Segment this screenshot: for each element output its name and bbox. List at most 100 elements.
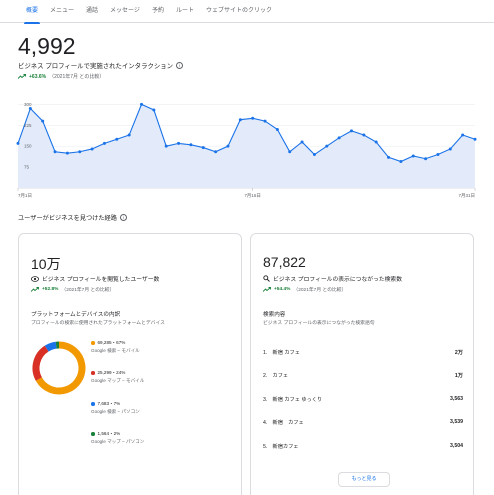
show-more-button[interactable]: もっと見る <box>338 472 390 487</box>
chart-x-tick: 7月16日 <box>244 193 261 199</box>
chart-point[interactable] <box>411 154 415 158</box>
tab-messages[interactable]: メッセージ <box>104 0 146 23</box>
chart-point[interactable] <box>288 150 292 154</box>
chart-point[interactable] <box>53 150 57 154</box>
change-percent: +63.6% <box>29 73 47 80</box>
keyword-count: 3,504 <box>450 443 463 449</box>
search-icon <box>263 275 270 282</box>
chart-y-tick: 225 <box>24 123 32 128</box>
chart-point[interactable] <box>424 157 428 161</box>
chart-point[interactable] <box>226 144 230 148</box>
keyword-term: 3. 新宿 カフェ ゆっくり <box>263 397 323 403</box>
chart-point[interactable] <box>461 133 465 137</box>
chart-point[interactable] <box>140 102 144 106</box>
chart-point[interactable] <box>65 151 69 155</box>
chart-point[interactable] <box>436 153 440 157</box>
chart-y-tick: 300 <box>24 102 32 107</box>
searches-label: ビジネス プロフィールの表示につながった検索数 <box>263 274 402 283</box>
keyword-term: 4. 新宿 カフェ <box>263 420 304 426</box>
profile-views-card: 10万 ビジネス プロフィールを閲覧したユーザー数 +52.8% （2021年7… <box>18 233 242 495</box>
chart-point[interactable] <box>164 144 168 148</box>
chart-point[interactable] <box>349 129 353 133</box>
chart-point[interactable] <box>300 140 304 144</box>
interactions-label: ビジネス プロフィールで実施されたインタラクション i <box>18 61 184 70</box>
trending-up-icon <box>18 74 26 79</box>
legend-item: 1,564・2% Google マップ – パソコン <box>91 431 144 445</box>
chart-point[interactable] <box>473 137 477 141</box>
chart-point[interactable] <box>127 133 131 137</box>
keyword-count: 2万 <box>454 350 463 356</box>
chart-point[interactable] <box>362 133 366 137</box>
searches-card: 87,822 ビジネス プロフィールの表示につながった検索数 +54.4% （2… <box>250 233 474 495</box>
chart-point[interactable] <box>399 160 403 164</box>
chart-point[interactable] <box>312 153 316 157</box>
eye-icon <box>31 275 39 282</box>
keyword-term: 1. 新宿 カフェ <box>263 350 300 356</box>
keyword-count: 1万 <box>454 373 463 379</box>
tab-menu[interactable]: メニュー <box>44 0 80 23</box>
legend-name: Google マップ – モバイル <box>91 378 145 383</box>
breakdown-title: プラットフォームとデバイスの内訳 <box>31 312 121 318</box>
keyword-term: 2. カフェ <box>263 373 289 379</box>
profile-views-label-text: ビジネス プロフィールを閲覧したユーザー数 <box>42 277 160 283</box>
chart-point[interactable] <box>189 143 193 147</box>
chart-point[interactable] <box>387 155 391 159</box>
chart-point[interactable] <box>102 141 106 145</box>
tab-directions[interactable]: ルート <box>170 0 200 23</box>
tab-bookings[interactable]: 予約 <box>146 0 170 23</box>
tab-website-clicks[interactable]: ウェブサイトのクリック <box>200 0 278 23</box>
chart-point[interactable] <box>251 116 255 120</box>
chart-point[interactable] <box>448 147 452 151</box>
profile-views-total: 10万 <box>31 256 61 272</box>
chart-point[interactable] <box>214 150 218 154</box>
keyword-term: 5. 新宿カフェ <box>263 444 299 450</box>
legend-dot <box>91 402 95 406</box>
tab-overview[interactable]: 概要 <box>0 0 44 24</box>
chart-x-tick: 7月1日 <box>18 193 32 199</box>
interactions-label-text: ビジネス プロフィールで実施されたインタラクション <box>18 63 174 70</box>
change-compare: （2021年7月 との比較） <box>293 288 347 293</box>
legend-item: 7,683・7% Google 検索 – パソコン <box>91 401 140 415</box>
chart-point[interactable] <box>374 140 378 144</box>
legend-dot <box>91 432 95 436</box>
chart-point[interactable] <box>78 150 82 154</box>
chart-x-tick: 7月31日 <box>458 193 475 199</box>
chart-point[interactable] <box>90 147 94 151</box>
keyword-row: 5. 新宿カフェ 3,504 <box>263 443 463 450</box>
interactions-total: 4,992 <box>18 33 76 59</box>
trending-up-icon <box>31 287 39 292</box>
searches-total: 87,822 <box>263 254 306 270</box>
donut-segment[interactable] <box>32 345 49 381</box>
chart-point[interactable] <box>41 119 45 123</box>
profile-views-change: +52.8% （2021年7月 との比較） <box>31 286 114 293</box>
chart-point[interactable] <box>325 144 329 148</box>
legend-value: 1,564・2% <box>97 431 121 436</box>
legend-item: 25,299・24% Google マップ – モバイル <box>91 370 144 384</box>
legend-name: Google 検索 – パソコン <box>91 409 140 414</box>
legend-value: 69,285・67% <box>97 340 126 345</box>
searches-label-text: ビジネス プロフィールの表示につながった検索数 <box>273 277 403 283</box>
chart-point[interactable] <box>115 137 119 141</box>
keyword-row: 4. 新宿 カフェ 3,539 <box>263 419 463 426</box>
info-icon[interactable]: i <box>119 214 127 221</box>
tab-calls[interactable]: 通話 <box>80 0 104 23</box>
legend-value: 7,683・7% <box>97 401 121 406</box>
chart-point[interactable] <box>201 146 205 150</box>
chart-point[interactable] <box>238 118 242 122</box>
chart-point[interactable] <box>28 107 32 111</box>
legend-name: Google 検索 – モバイル <box>91 348 140 353</box>
chart-y-tick: 75 <box>24 165 30 170</box>
chart-point[interactable] <box>16 141 20 145</box>
chart-point[interactable] <box>263 119 267 123</box>
info-icon[interactable]: i <box>176 62 184 69</box>
change-compare: （2021年7月 との比較） <box>49 74 105 80</box>
change-percent: +52.8% <box>42 287 59 292</box>
chart-point[interactable] <box>152 108 156 112</box>
chart-point[interactable] <box>337 136 341 140</box>
keyword-row: 1. 新宿 カフェ 2万 <box>263 349 463 356</box>
chart-point[interactable] <box>177 141 181 145</box>
chart-point[interactable] <box>275 127 279 131</box>
keyword-count: 3,563 <box>450 396 463 402</box>
keywords-title: 検索内容 <box>263 312 286 318</box>
donut-segment[interactable] <box>44 341 57 352</box>
